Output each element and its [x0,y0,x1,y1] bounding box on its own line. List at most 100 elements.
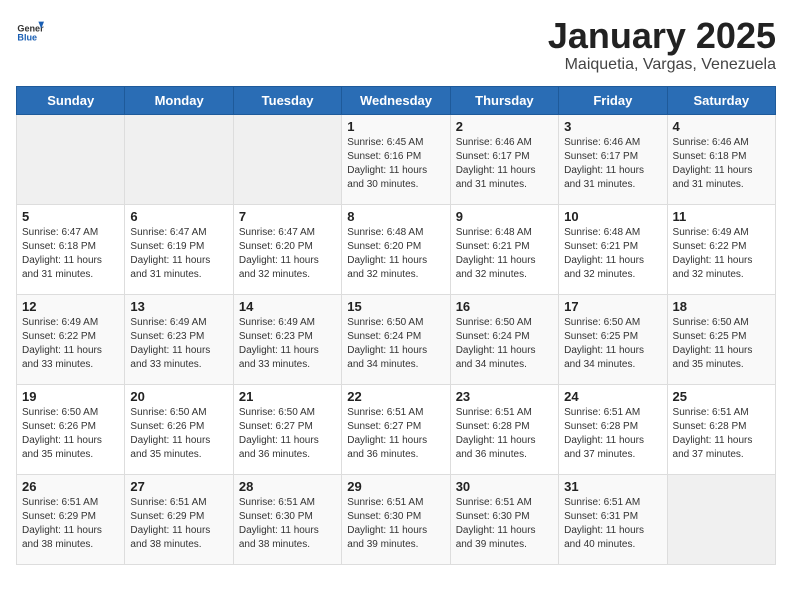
day-info: Sunrise: 6:51 AMSunset: 6:30 PMDaylight:… [347,496,444,552]
page-header: General Blue January 2025 Maiquetia, Var… [16,16,776,74]
calendar-week-1: 1 Sunrise: 6:45 AMSunset: 6:16 PMDaylight… [17,114,776,204]
day-number: 29 [347,479,444,494]
calendar-cell: 31 Sunrise: 6:51 AMSunset: 6:31 PMDayligh… [559,474,667,564]
calendar-cell [667,474,775,564]
day-info: Sunrise: 6:51 AMSunset: 6:30 PMDaylight:… [239,496,336,552]
calendar-cell: 27Sunrise: 6:51 AMSunset: 6:29 PMDayligh… [125,474,233,564]
day-number: 31 [564,479,661,494]
day-number: 7 [239,209,336,224]
day-number: 6 [130,209,227,224]
day-number: 13 [130,299,227,314]
calendar-cell: 29 Sunrise: 6:51 AMSunset: 6:30 PMDayligh… [342,474,450,564]
calendar-week-2: 5 Sunrise: 6:47 AMSunset: 6:18 PMDaylight… [17,204,776,294]
calendar-cell: 7 Sunrise: 6:47 AMSunset: 6:20 PMDaylight… [233,204,341,294]
header-day-monday: Monday [125,86,233,114]
day-info: Sunrise: 6:50 AMSunset: 6:27 PMDaylight:… [239,406,336,462]
svg-text:Blue: Blue [17,33,37,43]
calendar-cell: 12 Sunrise: 6:49 AMSunset: 6:22 PMDayligh… [17,294,125,384]
calendar-cell: 1 Sunrise: 6:45 AMSunset: 6:16 PMDaylight… [342,114,450,204]
header-day-friday: Friday [559,86,667,114]
day-number: 30 [456,479,553,494]
page-subtitle: Maiquetia, Vargas, Venezuela [548,56,776,74]
day-info: Sunrise: 6:51 AMSunset: 6:29 PMDaylight:… [22,496,119,552]
day-info: Sunrise: 6:46 AMSunset: 6:17 PMDaylight:… [564,136,661,192]
day-info: Sunrise: 6:46 AMSunset: 6:18 PMDaylight:… [673,136,770,192]
day-number: 15 [347,299,444,314]
day-info: Sunrise: 6:49 AMSunset: 6:22 PMDaylight:… [673,226,770,282]
day-info: Sunrise: 6:47 AMSunset: 6:18 PMDaylight:… [22,226,119,282]
day-number: 19 [22,389,119,404]
day-number: 9 [456,209,553,224]
day-info: Sunrise: 6:51 AMSunset: 6:28 PMDaylight:… [564,406,661,462]
calendar-cell [17,114,125,204]
calendar-cell: 17 Sunrise: 6:50 AMSunset: 6:25 PMDayligh… [559,294,667,384]
calendar-cell: 23 Sunrise: 6:51 AMSunset: 6:28 PMDayligh… [450,384,558,474]
day-info: Sunrise: 6:50 AMSunset: 6:25 PMDaylight:… [673,316,770,372]
day-number: 3 [564,119,661,134]
calendar-cell: 18Sunrise: 6:50 AMSunset: 6:25 PMDayligh… [667,294,775,384]
day-info: Sunrise: 6:45 AMSunset: 6:16 PMDaylight:… [347,136,444,192]
calendar-cell [233,114,341,204]
calendar-cell: 5 Sunrise: 6:47 AMSunset: 6:18 PMDaylight… [17,204,125,294]
day-number: 22 [347,389,444,404]
calendar-cell: 21 Sunrise: 6:50 AMSunset: 6:27 PMDayligh… [233,384,341,474]
calendar-week-5: 26 Sunrise: 6:51 AMSunset: 6:29 PMDayligh… [17,474,776,564]
calendar-cell: 8 Sunrise: 6:48 AMSunset: 6:20 PMDaylight… [342,204,450,294]
calendar-cell: 10Sunrise: 6:48 AMSunset: 6:21 PMDayligh… [559,204,667,294]
calendar-cell: 25 Sunrise: 6:51 AMSunset: 6:28 PMDayligh… [667,384,775,474]
day-number: 27 [130,479,227,494]
day-number: 25 [673,389,770,404]
calendar-week-3: 12 Sunrise: 6:49 AMSunset: 6:22 PMDayligh… [17,294,776,384]
day-number: 11 [673,209,770,224]
calendar-cell: 9 Sunrise: 6:48 AMSunset: 6:21 PMDaylight… [450,204,558,294]
day-number: 5 [22,209,119,224]
day-number: 4 [673,119,770,134]
day-number: 12 [22,299,119,314]
logo: General Blue [16,16,44,44]
day-number: 17 [564,299,661,314]
day-info: Sunrise: 6:51 AMSunset: 6:27 PMDaylight:… [347,406,444,462]
day-number: 14 [239,299,336,314]
calendar-cell: 4 Sunrise: 6:46 AMSunset: 6:18 PMDaylight… [667,114,775,204]
day-number: 16 [456,299,553,314]
header-day-tuesday: Tuesday [233,86,341,114]
day-info: Sunrise: 6:49 AMSunset: 6:23 PMDaylight:… [239,316,336,372]
calendar-cell: 11 Sunrise: 6:49 AMSunset: 6:22 PMDayligh… [667,204,775,294]
title-block: January 2025 Maiquetia, Vargas, Venezuel… [548,16,776,74]
calendar-cell: 26 Sunrise: 6:51 AMSunset: 6:29 PMDayligh… [17,474,125,564]
header-day-thursday: Thursday [450,86,558,114]
day-number: 24 [564,389,661,404]
day-info: Sunrise: 6:47 AMSunset: 6:19 PMDaylight:… [130,226,227,282]
day-number: 1 [347,119,444,134]
day-number: 26 [22,479,119,494]
calendar-week-4: 19 Sunrise: 6:50 AMSunset: 6:26 PMDayligh… [17,384,776,474]
day-number: 8 [347,209,444,224]
day-info: Sunrise: 6:48 AMSunset: 6:20 PMDaylight:… [347,226,444,282]
day-info: Sunrise: 6:51 AMSunset: 6:31 PMDaylight:… [564,496,661,552]
day-info: Sunrise: 6:50 AMSunset: 6:24 PMDaylight:… [347,316,444,372]
day-info: Sunrise: 6:50 AMSunset: 6:26 PMDaylight:… [22,406,119,462]
day-number: 21 [239,389,336,404]
day-info: Sunrise: 6:51 AMSunset: 6:28 PMDaylight:… [673,406,770,462]
header-day-sunday: Sunday [17,86,125,114]
calendar-cell: 19 Sunrise: 6:50 AMSunset: 6:26 PMDayligh… [17,384,125,474]
day-number: 28 [239,479,336,494]
day-number: 20 [130,389,227,404]
day-info: Sunrise: 6:51 AMSunset: 6:28 PMDaylight:… [456,406,553,462]
calendar-header-row: SundayMondayTuesdayWednesdayThursdayFrid… [17,86,776,114]
day-info: Sunrise: 6:50 AMSunset: 6:25 PMDaylight:… [564,316,661,372]
calendar-cell: 30 Sunrise: 6:51 AMSunset: 6:30 PMDayligh… [450,474,558,564]
calendar-cell: 28 Sunrise: 6:51 AMSunset: 6:30 PMDayligh… [233,474,341,564]
day-info: Sunrise: 6:47 AMSunset: 6:20 PMDaylight:… [239,226,336,282]
calendar-cell: 22 Sunrise: 6:51 AMSunset: 6:27 PMDayligh… [342,384,450,474]
day-info: Sunrise: 6:51 AMSunset: 6:30 PMDaylight:… [456,496,553,552]
day-info: Sunrise: 6:48 AMSunset: 6:21 PMDaylight:… [456,226,553,282]
day-info: Sunrise: 6:49 AMSunset: 6:22 PMDaylight:… [22,316,119,372]
calendar-cell: 14 Sunrise: 6:49 AMSunset: 6:23 PMDayligh… [233,294,341,384]
day-number: 23 [456,389,553,404]
day-number: 2 [456,119,553,134]
calendar-cell: 3 Sunrise: 6:46 AMSunset: 6:17 PMDaylight… [559,114,667,204]
day-info: Sunrise: 6:50 AMSunset: 6:24 PMDaylight:… [456,316,553,372]
calendar-cell: 15 Sunrise: 6:50 AMSunset: 6:24 PMDayligh… [342,294,450,384]
header-day-saturday: Saturday [667,86,775,114]
